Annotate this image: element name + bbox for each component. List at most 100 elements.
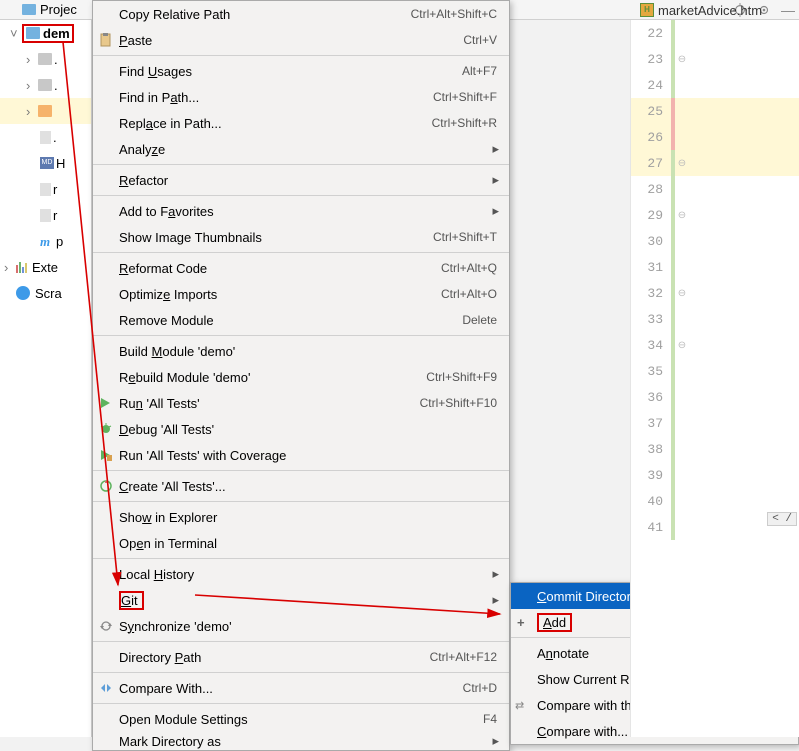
gutter-line: 29⊖ bbox=[631, 202, 799, 228]
gutter-line: 24 bbox=[631, 72, 799, 98]
tree-label: . bbox=[54, 78, 58, 93]
mi-optimize-imports[interactable]: Optimize ImportsCtrl+Alt+O bbox=[93, 281, 509, 307]
mi-open-module-settings[interactable]: Open Module SettingsF4 bbox=[93, 706, 509, 732]
mi-run-all-tests[interactable]: Run 'All Tests'Ctrl+Shift+F10 bbox=[93, 390, 509, 416]
fold-icon[interactable]: ⊖ bbox=[675, 158, 689, 169]
project-tree: ˅ dem › . › . › . MD H r r m p › bbox=[0, 20, 92, 737]
mi-find-usages[interactable]: Find UsagesAlt+F7 bbox=[93, 58, 509, 84]
coverage-icon bbox=[98, 447, 114, 463]
mi-create-all-tests[interactable]: Create 'All Tests'... bbox=[93, 473, 509, 499]
paste-icon bbox=[98, 32, 114, 48]
add-highlight: Add bbox=[537, 613, 572, 632]
folder-icon bbox=[38, 53, 52, 65]
chevron-right-icon[interactable]: › bbox=[4, 260, 14, 275]
tree-file-m[interactable]: m p bbox=[0, 228, 91, 254]
mi-paste[interactable]: PasteCtrl+V bbox=[93, 27, 509, 53]
tree-scratches[interactable]: Scra bbox=[0, 280, 91, 306]
mi-mark-directory[interactable]: Mark Directory as▸ bbox=[93, 732, 509, 750]
debug-icon bbox=[98, 421, 114, 437]
mi-show-thumbnails[interactable]: Show Image ThumbnailsCtrl+Shift+T bbox=[93, 224, 509, 250]
diff-icon bbox=[98, 680, 114, 696]
folder-icon bbox=[38, 105, 52, 117]
mi-compare-with[interactable]: Compare With...Ctrl+D bbox=[93, 675, 509, 701]
chevron-right-icon[interactable]: › bbox=[26, 52, 36, 67]
gutter-line: 22 bbox=[631, 20, 799, 46]
project-label: Projec bbox=[40, 2, 77, 17]
editor-tab[interactable]: H marketAdvice.htm bbox=[640, 0, 762, 20]
gutter-line: 38 bbox=[631, 436, 799, 462]
mi-reformat-code[interactable]: Reformat CodeCtrl+Alt+Q bbox=[93, 255, 509, 281]
gutter-line-current: 27⊖ bbox=[631, 150, 799, 176]
mi-open-terminal[interactable]: Open in Terminal bbox=[93, 530, 509, 556]
editor-gutter: 22 23⊖ 24 25 26 27⊖ 28 29⊖ 30 31 32⊖ 33 … bbox=[630, 20, 799, 737]
file-icon bbox=[40, 183, 51, 196]
tree-label: . bbox=[53, 130, 57, 145]
collapse-icon[interactable]: — bbox=[781, 2, 795, 18]
sync-icon bbox=[98, 618, 114, 634]
tree-label: H bbox=[56, 156, 65, 171]
gutter-line: 28 bbox=[631, 176, 799, 202]
md-file-icon: MD bbox=[40, 157, 54, 169]
scratches-icon bbox=[16, 286, 30, 300]
mi-show-in-explorer[interactable]: Show in Explorer bbox=[93, 504, 509, 530]
gutter-line: 36 bbox=[631, 384, 799, 410]
mi-run-coverage[interactable]: Run 'All Tests' with Coverage bbox=[93, 442, 509, 468]
mi-git[interactable]: Git ▸ bbox=[93, 587, 509, 613]
project-folder-icon bbox=[22, 4, 36, 15]
submenu-arrow-icon: ▸ bbox=[492, 567, 499, 582]
mi-add-favorites[interactable]: Add to Favorites▸ bbox=[93, 198, 509, 224]
tree-folder-1[interactable]: › . bbox=[0, 46, 91, 72]
mi-local-history[interactable]: Local History▸ bbox=[93, 561, 509, 587]
tree-demo-row[interactable]: ˅ dem bbox=[0, 20, 91, 46]
tree-label: . bbox=[54, 52, 58, 67]
tree-file-r1[interactable]: r bbox=[0, 176, 91, 202]
git-highlight: Git bbox=[119, 591, 144, 610]
mi-directory-path[interactable]: Directory PathCtrl+Alt+F12 bbox=[93, 644, 509, 670]
mi-copy-relative-path[interactable]: Copy Relative PathCtrl+Alt+Shift+C bbox=[93, 1, 509, 27]
tree-folder-2[interactable]: › . bbox=[0, 72, 91, 98]
tree-label: r bbox=[53, 182, 57, 197]
closing-tag-hint: < / bbox=[767, 512, 797, 526]
file-icon bbox=[40, 131, 51, 144]
gutter-line: 35 bbox=[631, 358, 799, 384]
library-icon bbox=[16, 261, 30, 273]
plus-icon: + bbox=[517, 615, 525, 630]
tree-file-md[interactable]: MD H bbox=[0, 150, 91, 176]
fold-icon[interactable]: ⊖ bbox=[675, 288, 689, 299]
tree-folder-3[interactable]: › bbox=[0, 98, 91, 124]
chevron-right-icon[interactable]: › bbox=[26, 104, 36, 119]
gutter-line: 34⊖ bbox=[631, 332, 799, 358]
tree-label: r bbox=[53, 208, 57, 223]
fold-icon[interactable]: ⊖ bbox=[675, 210, 689, 221]
mi-synchronize[interactable]: Synchronize 'demo' bbox=[93, 613, 509, 639]
run-icon bbox=[98, 395, 114, 411]
fold-icon[interactable]: ⊖ bbox=[675, 54, 689, 65]
mi-build-module[interactable]: Build Module 'demo' bbox=[93, 338, 509, 364]
submenu-arrow-icon: ▸ bbox=[492, 593, 499, 608]
m-icon: m bbox=[40, 234, 54, 248]
create-config-icon bbox=[98, 478, 114, 494]
mi-find-in-path[interactable]: Find in Path...Ctrl+Shift+F bbox=[93, 84, 509, 110]
folder-icon bbox=[38, 79, 52, 91]
tree-external[interactable]: › Exte bbox=[0, 254, 91, 280]
gutter-line: 37 bbox=[631, 410, 799, 436]
external-label: Exte bbox=[32, 260, 58, 275]
gutter-line: 23⊖ bbox=[631, 46, 799, 72]
context-menu: Copy Relative PathCtrl+Alt+Shift+C Paste… bbox=[92, 0, 510, 751]
tab-filename: marketAdvice.htm bbox=[658, 3, 762, 18]
mi-replace-in-path[interactable]: Replace in Path...Ctrl+Shift+R bbox=[93, 110, 509, 136]
diff-icon: ⇄ bbox=[515, 699, 524, 712]
fold-icon[interactable]: ⊖ bbox=[675, 340, 689, 351]
mi-remove-module[interactable]: Remove ModuleDelete bbox=[93, 307, 509, 333]
mi-rebuild-module[interactable]: Rebuild Module 'demo'Ctrl+Shift+F9 bbox=[93, 364, 509, 390]
mi-refactor[interactable]: Refactor▸ bbox=[93, 167, 509, 193]
chevron-right-icon[interactable]: › bbox=[26, 78, 36, 93]
tree-file-r2[interactable]: r bbox=[0, 202, 91, 228]
gutter-line: 33 bbox=[631, 306, 799, 332]
chevron-down-icon[interactable]: ˅ bbox=[10, 26, 20, 41]
tree-file-dot[interactable]: . bbox=[0, 124, 91, 150]
mi-debug-all-tests[interactable]: Debug 'All Tests' bbox=[93, 416, 509, 442]
gutter-line: 40 bbox=[631, 488, 799, 514]
project-section: Projec bbox=[22, 2, 77, 17]
mi-analyze[interactable]: Analyze▸ bbox=[93, 136, 509, 162]
